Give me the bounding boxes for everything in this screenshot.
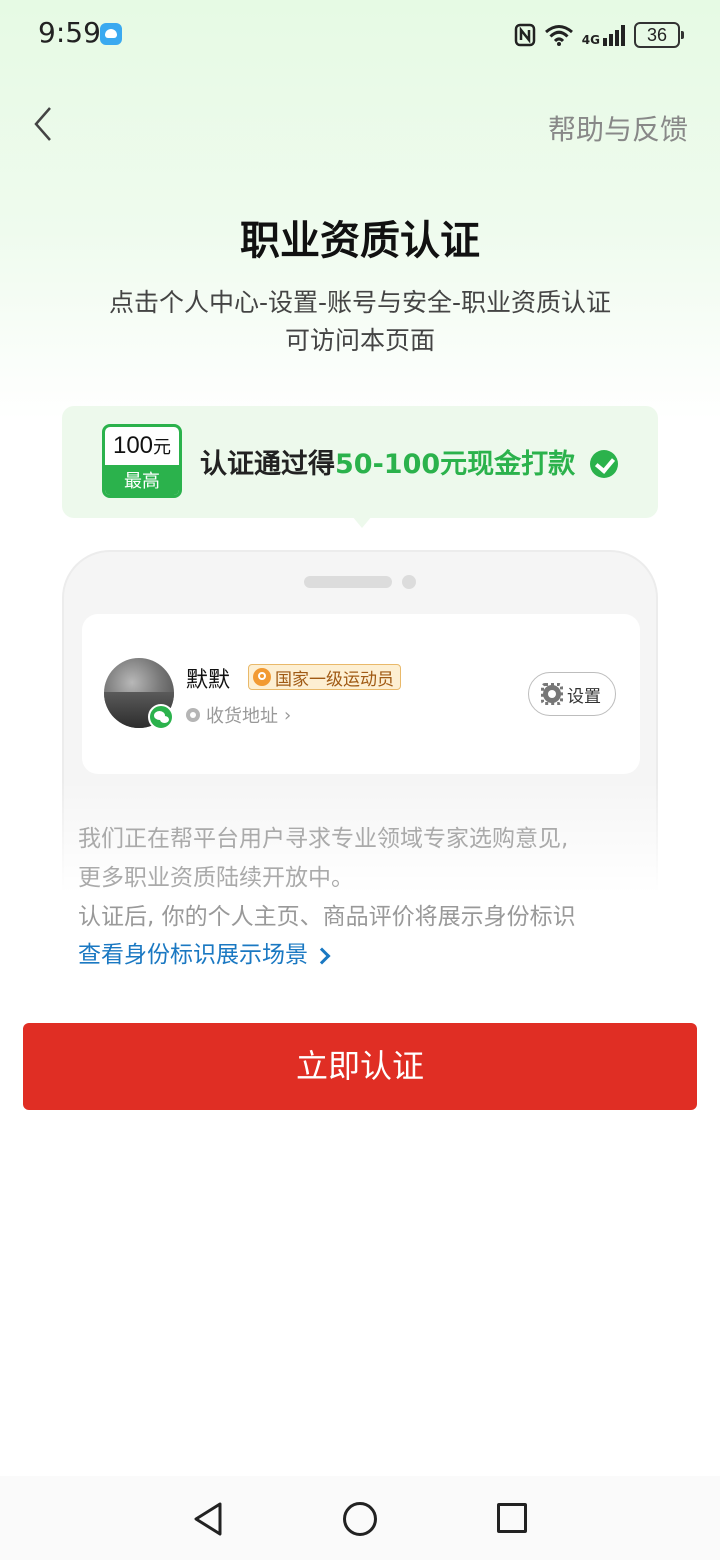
help-feedback-link[interactable]: 帮助与反馈 <box>548 108 688 148</box>
system-nav-bar <box>0 1476 720 1560</box>
battery-level: 36 <box>646 25 668 45</box>
gear-icon <box>541 683 563 705</box>
nav-recents-icon[interactable] <box>497 1503 527 1533</box>
back-button[interactable] <box>26 104 66 148</box>
chevron-left-icon <box>34 107 51 141</box>
address-row: 收货地址 › <box>186 702 291 728</box>
status-time: 9:59 <box>38 16 101 49</box>
cellular-signal-icon: 4G <box>582 24 626 46</box>
address-label: 收货地址 <box>206 706 278 727</box>
reward-badge-unit: 元 <box>153 437 172 457</box>
wechat-icon <box>148 704 174 730</box>
status-icons: 4G 36 <box>514 20 684 50</box>
nav-home-icon[interactable] <box>343 1502 377 1536</box>
phone-speaker <box>304 576 392 588</box>
bird-app-icon <box>100 23 122 45</box>
identity-badge: 国家一级运动员 <box>248 664 401 690</box>
nav-back-icon[interactable] <box>192 1502 224 1536</box>
description: 我们正在帮平台用户寻求专业领域专家选购意见, 更多职业资质陆续开放中。 认证后,… <box>78 820 576 937</box>
battery-icon: 36 <box>634 22 684 48</box>
view-scenes-label: 查看身份标识展示场景 <box>78 942 308 968</box>
reward-pointer <box>352 516 372 528</box>
chevron-right-icon: › <box>284 704 292 726</box>
wifi-icon <box>544 25 573 46</box>
identity-badge-label: 国家一级运动员 <box>275 669 394 690</box>
settings-button-preview: 设置 <box>528 672 616 716</box>
profile-card-preview: 默默 国家一级运动员 收货地址 › 设置 <box>82 614 640 774</box>
status-bar: 9:59 4G 36 <box>0 0 720 70</box>
description-line-3: 认证后, 你的个人主页、商品评价将展示身份标识 <box>78 904 576 930</box>
nfc-icon <box>514 23 536 47</box>
description-line-1: 我们正在帮平台用户寻求专业领域专家选购意见, <box>78 826 569 852</box>
reward-badge-caption: 最高 <box>105 465 179 495</box>
subtitle-line-2: 可访问本页面 <box>284 326 435 355</box>
page-title: 职业资质认证 <box>240 218 480 264</box>
reward-text-prefix: 认证通过得 <box>200 449 335 480</box>
profile-name: 默默 <box>186 668 231 693</box>
network-type: 4G <box>581 33 600 47</box>
reward-text: 认证通过得50-100元现金打款 <box>200 442 575 481</box>
reward-badge-amount: 100元 <box>105 427 179 465</box>
description-line-2: 更多职业资质陆续开放中。 <box>78 865 354 891</box>
view-scenes-link[interactable]: 查看身份标识展示场景 <box>78 936 331 975</box>
page-subtitle: 点击个人中心-设置-账号与安全-职业资质认证 可访问本页面 <box>0 284 720 360</box>
reward-badge: 100元 最高 <box>102 424 182 498</box>
chevron-right-icon <box>313 947 331 964</box>
reward-banner: 100元 最高 认证通过得50-100元现金打款 <box>62 406 658 518</box>
reward-badge-number: 100 <box>112 432 154 459</box>
reward-text-highlight: 50-100元现金打款 <box>335 449 576 480</box>
settings-label: 设置 <box>567 686 601 707</box>
subtitle-line-1: 点击个人中心-设置-账号与安全-职业资质认证 <box>108 288 612 317</box>
phone-camera <box>402 575 416 589</box>
location-pin-icon <box>186 708 200 722</box>
medal-icon <box>253 668 271 686</box>
check-circle-icon <box>590 450 618 478</box>
verify-now-button[interactable]: 立即认证 <box>23 1023 697 1110</box>
